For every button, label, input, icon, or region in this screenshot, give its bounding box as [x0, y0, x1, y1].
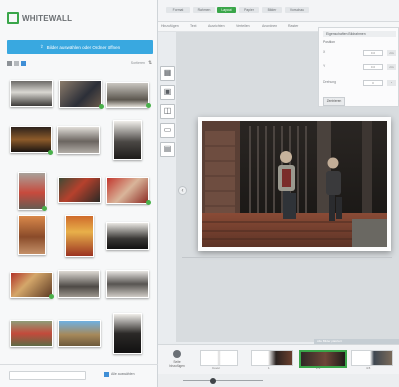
image-thumbnail[interactable] — [10, 320, 53, 347]
select-all-label: Alle auswählen — [111, 371, 135, 376]
position-subheader: Position — [323, 40, 336, 44]
image-thumbnail[interactable] — [106, 222, 149, 250]
zoom-slider-handle[interactable] — [210, 377, 216, 384]
page-thumbnail[interactable] — [351, 350, 393, 366]
image-thumbnail[interactable] — [57, 126, 100, 154]
property-input-rotation[interactable]: 0 — [363, 80, 383, 86]
page-filmstrip: Seite hinzufügen Cover 1 2-3 4-5 — [158, 344, 399, 374]
properties-panel: Eigenschaften Bildrahmen Position X 0.0 … — [318, 27, 399, 107]
property-unit: cm — [387, 50, 396, 56]
page-thumbnail-selected[interactable] — [299, 350, 347, 368]
text-frame-icon[interactable]: ◫ — [160, 104, 175, 119]
image-thumbnail[interactable] — [58, 270, 100, 298]
property-row-y: Y 0.0 cm — [323, 64, 396, 70]
large-view-icon[interactable] — [21, 61, 26, 66]
image-thumbnail[interactable] — [113, 120, 142, 160]
add-page-button[interactable]: Seite hinzufügen — [166, 349, 188, 371]
tab-layout[interactable]: Layout — [217, 7, 236, 13]
page-settings-icon[interactable]: ▤ — [160, 142, 175, 157]
image-frame-icon[interactable]: ▣ — [160, 85, 175, 100]
tool-distribute[interactable]: Verteilen — [236, 24, 250, 30]
image-thumbnail[interactable] — [65, 215, 94, 257]
page-canvas[interactable] — [198, 117, 391, 251]
image-library-panel: WHITEWALL ⇪ Bilder auswählen oder Ordner… — [0, 0, 158, 387]
image-thumbnail[interactable] — [18, 172, 46, 210]
tab-format[interactable]: Format — [166, 7, 190, 13]
property-unit: ° — [387, 80, 396, 86]
image-thumbnail[interactable] — [10, 272, 53, 298]
list-view-icon[interactable] — [14, 61, 19, 66]
used-indicator-icon — [146, 103, 151, 108]
tool-align[interactable]: Ausrichten — [208, 24, 225, 30]
page-thumbnail[interactable] — [251, 350, 293, 366]
used-indicator-icon — [42, 206, 47, 211]
image-thumbnail[interactable] — [10, 126, 52, 153]
sort-icon[interactable]: ⇅ — [148, 61, 153, 66]
add-page-icon — [173, 350, 181, 358]
image-thumbnail[interactable] — [10, 80, 53, 107]
page-label: 4-5 — [366, 366, 371, 370]
zoom-slider-track[interactable] — [183, 380, 263, 381]
image-thumbnail[interactable] — [18, 215, 46, 255]
properties-header: Eigenschaften Bildrahmen — [323, 31, 396, 37]
property-row-rotation: Drehung 0 ° — [323, 80, 396, 86]
add-page-label: Seite hinzufügen — [169, 360, 185, 368]
used-indicator-icon — [49, 294, 54, 299]
image-thumbnail[interactable] — [106, 270, 149, 298]
library-footer: Alle auswählen — [0, 364, 158, 387]
page-thumbnail-cover[interactable] — [200, 350, 238, 366]
layout-icon[interactable]: ▦ — [160, 66, 175, 81]
image-thumbnail[interactable] — [106, 177, 149, 204]
property-label: X — [323, 50, 326, 54]
tool-add[interactable]: Hinzufügen — [161, 24, 179, 30]
upload-icon: ⇪ — [39, 44, 44, 49]
select-images-button[interactable]: ⇪ Bilder auswählen oder Ordner öffnen — [7, 40, 153, 54]
used-indicator-icon — [48, 150, 53, 155]
view-options: Sortieren ⇅ — [7, 61, 153, 67]
property-input-y[interactable]: 0.0 — [363, 64, 383, 70]
tool-arrange[interactable]: Anordnen — [262, 24, 277, 30]
previous-page-icon[interactable]: ‹ — [178, 186, 187, 195]
tool-grid[interactable]: Raster — [288, 24, 298, 30]
tab-frame[interactable]: Rahmen — [193, 7, 215, 13]
tab-images[interactable]: Bilder — [262, 7, 282, 13]
page-guide-line — [182, 257, 392, 258]
image-thumbnail[interactable] — [59, 80, 102, 108]
page-label: 1 — [268, 366, 270, 370]
property-unit: cm — [387, 64, 396, 70]
grid-view-icon[interactable] — [7, 61, 12, 66]
center-button[interactable]: Zentrieren — [323, 97, 345, 106]
page-label: Cover — [212, 366, 221, 370]
tab-paper[interactable]: Papier — [239, 7, 259, 13]
image-thumbnail[interactable] — [58, 177, 101, 203]
image-thumbnail[interactable] — [58, 320, 101, 347]
placed-photo[interactable] — [202, 121, 387, 247]
logo-mark-icon — [7, 12, 19, 24]
property-label: Y — [323, 64, 326, 68]
filter-field[interactable] — [9, 371, 86, 380]
used-indicator-icon — [99, 104, 104, 109]
image-thumbnail[interactable] — [113, 313, 142, 354]
top-toolbar: Format Rahmen Layout Papier Bilder Vorsc… — [158, 0, 399, 22]
background-icon[interactable]: ▭ — [160, 123, 175, 138]
zoom-bar — [158, 374, 399, 387]
select-images-label: Bilder auswählen oder Ordner öffnen — [46, 44, 121, 50]
select-all-checkbox[interactable] — [104, 372, 109, 377]
logo-text: WHITEWALL — [22, 13, 73, 23]
property-label: Drehung — [323, 80, 337, 84]
page-label: 2-3 — [316, 366, 321, 370]
tab-preview[interactable]: Vorschau — [285, 7, 309, 13]
image-thumbnail[interactable] — [106, 82, 149, 108]
property-input-x[interactable]: 0.0 — [363, 50, 383, 56]
sort-label[interactable]: Sortieren — [131, 61, 145, 65]
tool-text[interactable]: Text — [190, 24, 196, 30]
tool-icon-strip: ▦ ▣ ◫ ▭ ▤ — [158, 60, 176, 160]
used-indicator-icon — [146, 200, 151, 205]
app-logo: WHITEWALL — [7, 11, 72, 25]
property-row-x: X 0.0 cm — [323, 50, 396, 56]
